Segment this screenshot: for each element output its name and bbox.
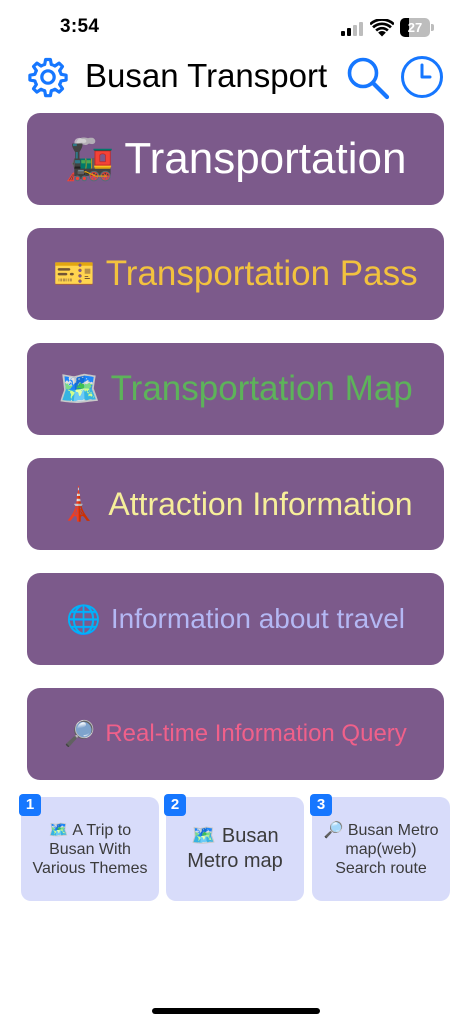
realtime-query-label: Real-time Information Query — [105, 720, 407, 747]
card-number-badge: 1 — [19, 794, 41, 816]
train-icon: 🚂 — [64, 137, 115, 182]
card-number-badge: 2 — [164, 794, 186, 816]
attraction-information-label: Attraction Information — [108, 485, 413, 522]
magnifier-icon: 🔎 — [323, 821, 344, 839]
transportation-map-button[interactable]: 🗺️ Transportation Map — [27, 343, 444, 435]
ticket-icon: 🎫 — [53, 255, 96, 293]
transportation-button[interactable]: 🚂 Transportation — [27, 113, 444, 205]
transportation-map-label: Transportation Map — [110, 369, 413, 408]
card-number-badge: 3 — [310, 794, 332, 816]
trip-themes-card[interactable]: 1 🗺️ A Trip to Busan With Various Themes — [19, 794, 159, 901]
map-icon: 🗺️ — [48, 821, 69, 839]
attraction-information-button[interactable]: 🗼 Attraction Information — [27, 458, 444, 550]
card-label: 🔎 Busan Metro map(web) Search route — [312, 821, 450, 878]
tower-icon: 🗼 — [58, 486, 99, 522]
card-label: 🗺️ Busan Metro map — [166, 824, 304, 874]
battery-icon: 27 — [400, 18, 434, 37]
transportation-label: Transportation — [124, 134, 407, 183]
status-time: 3:54 — [60, 16, 100, 37]
wifi-icon — [370, 19, 394, 37]
metro-web-card[interactable]: 3 🔎 Busan Metro map(web) Search route — [310, 794, 450, 901]
transportation-pass-label: Transportation Pass — [105, 254, 418, 293]
cellular-signal-icon — [341, 22, 365, 36]
card-label-text: Busan Metro map(web) Search route — [335, 821, 439, 877]
travel-information-label: Information about travel — [110, 603, 406, 634]
home-indicator[interactable] — [152, 1008, 320, 1014]
gear-icon[interactable] — [26, 55, 70, 99]
globe-icon: 🌐 — [65, 603, 101, 635]
transportation-pass-button[interactable]: 🎫 Transportation Pass — [27, 228, 444, 320]
battery-level: 27 — [407, 20, 423, 35]
card-label: 🗺️ A Trip to Busan With Various Themes — [21, 821, 159, 878]
status-bar: 3:54 27 — [0, 0, 471, 56]
map-icon: 🗺️ — [191, 825, 217, 847]
map-icon: 🗺️ — [58, 370, 101, 408]
search-icon[interactable] — [345, 55, 391, 101]
metro-map-card[interactable]: 2 🗺️ Busan Metro map — [164, 794, 304, 901]
travel-information-button[interactable]: 🌐 Information about travel — [27, 573, 444, 665]
nav-bar: Busan Transport — [0, 52, 471, 100]
app-title: Busan Transport — [85, 57, 328, 94]
magnifier-icon: 🔎 — [64, 719, 96, 748]
clock-icon[interactable] — [400, 55, 444, 99]
realtime-query-button[interactable]: 🔎 Real-time Information Query — [27, 688, 444, 780]
